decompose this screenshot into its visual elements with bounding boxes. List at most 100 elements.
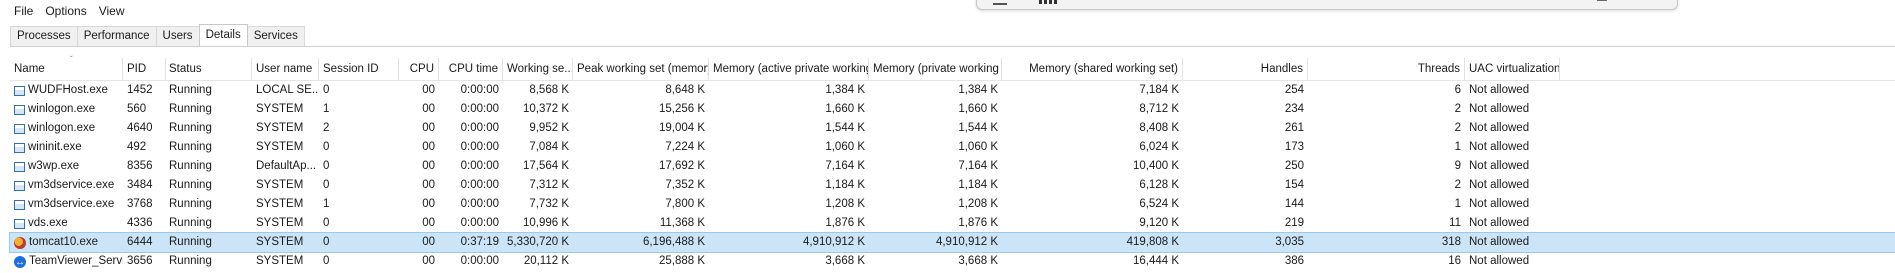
- process-name: TeamViewer_Service....: [29, 255, 123, 267]
- cell-peak-working-set: 6,196,488 K: [642, 236, 705, 248]
- table-row[interactable]: tomcat10.exe 6444 Running SYSTEM 0 00 0:37:19 5…: [9, 232, 1895, 253]
- column-header-working-set[interactable]: Working se...: [503, 58, 573, 80]
- cell-memory-active-private: 7,164 K: [825, 160, 865, 172]
- menu-file[interactable]: File: [14, 4, 33, 18]
- cell-user-name: LOCAL SE...: [256, 84, 319, 96]
- cell-cpu-time: 0:00:00: [460, 103, 499, 115]
- table-row[interactable]: vm3dservice.exe 3768 Running SYSTEM 1 00 0:00:…: [10, 195, 1895, 214]
- cell-threads: 1: [1454, 141, 1461, 153]
- table-row[interactable]: WUDFHost.exe 1452 Running LOCAL SE... 0 00 0:0…: [10, 81, 1895, 100]
- cell-uac-virtualization: Not allowed: [1469, 122, 1530, 134]
- process-name: w3wp.exe: [28, 160, 80, 172]
- column-header-memory-active-private[interactable]: Memory (active private working s...: [709, 58, 869, 80]
- cell-name: WUDFHost.exe: [10, 81, 123, 100]
- column-header-cpu-time[interactable]: CPU time: [439, 58, 503, 80]
- column-header-memory-private-working[interactable]: Memory (private working ...: [869, 58, 1002, 80]
- cell-memory-private-working: 1,184 K: [958, 179, 998, 191]
- process-name: winlogon.exe: [28, 122, 96, 134]
- column-header-uac-virtualization[interactable]: UAC virtualization: [1465, 58, 1560, 80]
- cell-name: vm3dservice.exe: [10, 176, 123, 195]
- menu-view[interactable]: View: [99, 4, 125, 18]
- cell-cpu: 00: [422, 103, 435, 115]
- cell-cpu: 00: [422, 217, 435, 229]
- cell-working-set: 7,312 K: [529, 179, 569, 191]
- cell-memory-shared-working: 7,184 K: [1139, 84, 1179, 96]
- cell-uac-virtualization: Not allowed: [1469, 217, 1530, 229]
- column-header-user-name[interactable]: User name: [252, 58, 319, 80]
- cell-uac-virtualization: Not allowed: [1469, 160, 1530, 172]
- cell-cpu: 00: [422, 179, 435, 191]
- cell-memory-private-working: 1,660 K: [958, 103, 998, 115]
- cell-status: Running: [169, 255, 212, 267]
- cell-user-name: SYSTEM: [256, 236, 304, 248]
- table-row[interactable]: wininit.exe 492 Running SYSTEM 0 00 0:00:00 7,0…: [10, 138, 1895, 157]
- generic-process-icon: [14, 142, 25, 153]
- menu-options[interactable]: Options: [45, 4, 86, 18]
- cell-peak-working-set: 7,352 K: [665, 179, 705, 191]
- tab-strip: Processes Performance Users Details Serv…: [10, 24, 305, 46]
- tab-users[interactable]: Users: [155, 26, 200, 46]
- cell-status: Running: [169, 217, 212, 229]
- cell-cpu: 00: [422, 236, 435, 248]
- column-header-cpu[interactable]: CPU: [399, 58, 439, 80]
- cell-threads: 6: [1454, 84, 1461, 96]
- cell-memory-active-private: 1,208 K: [825, 198, 865, 210]
- column-header-memory-shared-working[interactable]: Memory (shared working set): [1002, 58, 1183, 80]
- tab-performance[interactable]: Performance: [76, 26, 157, 46]
- cell-handles: 250: [1284, 160, 1304, 172]
- cell-cpu-time: 0:00:00: [460, 160, 499, 172]
- cell-peak-working-set: 7,800 K: [665, 198, 705, 210]
- column-header-status[interactable]: Status: [165, 58, 252, 80]
- table-row[interactable]: winlogon.exe 4640 Running SYSTEM 2 00 0:00:00 9…: [10, 119, 1895, 138]
- tab-services[interactable]: Services: [246, 26, 305, 46]
- cell-memory-active-private: 4,910,912 K: [802, 236, 865, 248]
- process-name: vm3dservice.exe: [28, 179, 115, 191]
- column-header-session-id[interactable]: Session ID: [319, 58, 399, 80]
- cell-cpu-time: 0:00:00: [460, 122, 499, 134]
- cell-cpu-time: 0:00:00: [460, 141, 499, 153]
- cell-threads: 2: [1454, 179, 1461, 191]
- cell-peak-working-set: 15,256 K: [658, 103, 705, 115]
- column-header-pid[interactable]: PID: [123, 58, 166, 80]
- cell-user-name: SYSTEM: [256, 198, 304, 210]
- cell-memory-active-private: 3,668 K: [825, 255, 865, 267]
- cell-memory-active-private: 1,876 K: [825, 217, 865, 229]
- table-row[interactable]: vds.exe 4336 Running SYSTEM 0 00 0:00:00 10,996…: [10, 214, 1895, 233]
- generic-process-icon: [14, 180, 25, 191]
- generic-process-icon: [14, 218, 25, 229]
- process-name: wininit.exe: [28, 141, 82, 153]
- cell-cpu-time: 0:37:19: [460, 236, 499, 248]
- cell-name: vds.exe: [10, 214, 123, 233]
- tab-processes[interactable]: Processes: [10, 26, 78, 46]
- table-row[interactable]: vm3dservice.exe 3484 Running SYSTEM 0 00 0:00:…: [10, 176, 1895, 195]
- table-row[interactable]: w3wp.exe 8356 Running DefaultAp... 0 00 0:00:0…: [10, 157, 1895, 176]
- table-row[interactable]: winlogon.exe 560 Running SYSTEM 1 00 0:00:00 10…: [10, 100, 1895, 119]
- column-header-handles[interactable]: Handles: [1183, 58, 1308, 80]
- table-row[interactable]: TeamViewer_Service.... 3656 Running SYSTEM 0…: [10, 252, 1895, 271]
- cell-memory-private-working: 3,668 K: [958, 255, 998, 267]
- cell-memory-private-working: 1,876 K: [958, 217, 998, 229]
- cell-peak-working-set: 19,004 K: [658, 122, 705, 134]
- cell-status: Running: [169, 236, 212, 248]
- cell-name: vm3dservice.exe: [10, 195, 123, 214]
- cell-handles: 3,035: [1275, 236, 1304, 248]
- cell-threads: 2: [1454, 103, 1461, 115]
- column-header-name[interactable]: Name: [10, 58, 123, 80]
- cell-status: Running: [169, 122, 212, 134]
- cell-memory-private-working: 1,544 K: [958, 122, 998, 134]
- minimize-icon[interactable]: [1597, 0, 1607, 1]
- cell-pid: 560: [127, 103, 147, 115]
- column-header-threads[interactable]: Threads: [1308, 58, 1465, 80]
- cell-handles: 173: [1284, 141, 1304, 153]
- column-header-peak-working-set[interactable]: Peak working set (memory): [573, 58, 709, 80]
- cell-working-set: 10,996 K: [522, 217, 569, 229]
- cell-session-id: 1: [323, 198, 330, 210]
- cell-uac-virtualization: Not allowed: [1469, 84, 1530, 96]
- tab-details[interactable]: Details: [198, 24, 248, 46]
- cell-memory-active-private: 1,060 K: [825, 141, 865, 153]
- cell-pid: 8356: [127, 160, 153, 172]
- cell-cpu: 00: [422, 255, 435, 267]
- cell-user-name: SYSTEM: [256, 141, 304, 153]
- cell-working-set: 20,112 K: [523, 255, 569, 267]
- cell-cpu-time: 0:00:00: [460, 198, 499, 210]
